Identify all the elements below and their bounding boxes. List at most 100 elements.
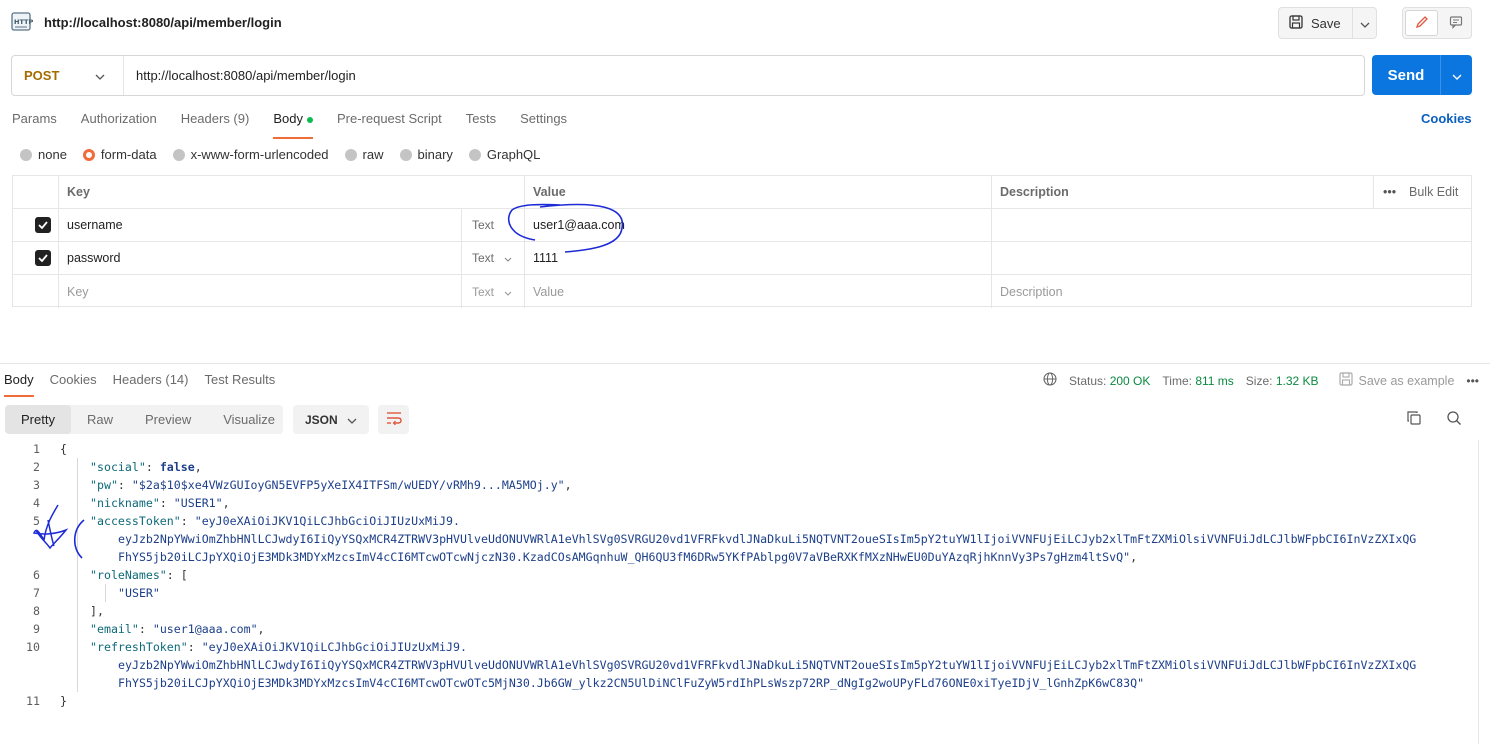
row-checkbox[interactable] bbox=[35, 209, 51, 241]
body-type-graphql[interactable]: GraphQL bbox=[468, 147, 540, 162]
time-info[interactable]: Time: 811 ms bbox=[1162, 374, 1233, 388]
new-description-input[interactable]: Description bbox=[1000, 275, 1063, 308]
body-type-options: none form-data x-www-form-urlencoded raw… bbox=[20, 147, 556, 162]
cookies-link[interactable]: Cookies bbox=[1421, 111, 1472, 126]
radio-binary[interactable] bbox=[399, 148, 412, 161]
save-button[interactable]: Save bbox=[1279, 8, 1352, 38]
status-label: Status: bbox=[1069, 373, 1107, 388]
more-options-icon[interactable]: ••• bbox=[1383, 176, 1396, 208]
code-text: { bbox=[60, 442, 67, 456]
body-type-binary[interactable]: binary bbox=[399, 147, 453, 162]
code-line: 1{ bbox=[0, 440, 1480, 458]
json-bracket: ], bbox=[90, 604, 104, 618]
type-select[interactable]: Text bbox=[472, 242, 512, 274]
tab-params[interactable]: Params bbox=[12, 111, 57, 135]
bulk-edit-button[interactable]: Bulk Edit bbox=[1409, 176, 1458, 208]
table-row: username Text user1@aaa.com bbox=[13, 209, 1471, 242]
code-scrollbar[interactable] bbox=[1478, 440, 1479, 744]
response-view-modes: Pretty Raw Preview Visualize bbox=[5, 405, 283, 434]
radio-none[interactable] bbox=[20, 148, 32, 161]
body-type-raw[interactable]: raw bbox=[344, 147, 384, 162]
save-icon bbox=[1338, 372, 1353, 389]
tab-settings[interactable]: Settings bbox=[520, 111, 567, 135]
json-key: "nickname" bbox=[90, 496, 160, 510]
code-line: 9 "email": "user1@aaa.com", bbox=[0, 620, 1480, 638]
size-info[interactable]: Size: 1.32 KB bbox=[1246, 374, 1319, 388]
save-as-example-button[interactable]: Save as example bbox=[1338, 372, 1454, 389]
code-line: 8], bbox=[0, 602, 1480, 620]
new-type-select[interactable]: Text bbox=[472, 275, 512, 308]
view-pretty[interactable]: Pretty bbox=[5, 405, 71, 434]
panel-divider[interactable] bbox=[0, 363, 1490, 364]
key-cell[interactable]: password bbox=[67, 242, 121, 274]
json-value: FhYS5jb20iLCJpYXQiOjE3MDk3MDYxMzcsImV4cC… bbox=[118, 550, 1131, 564]
new-value-input[interactable]: Value bbox=[533, 275, 564, 308]
tab-headers[interactable]: Headers (9) bbox=[181, 111, 250, 135]
send-button[interactable]: Send bbox=[1372, 55, 1440, 95]
checkmark-icon bbox=[35, 217, 51, 233]
body-indicator-dot bbox=[306, 116, 313, 123]
copy-icon[interactable] bbox=[1406, 410, 1422, 429]
size-label: Size: bbox=[1245, 373, 1273, 388]
value-cell[interactable]: 1111 bbox=[533, 242, 558, 274]
resp-tab-test-results[interactable]: Test Results bbox=[204, 372, 275, 394]
body-type-urlencoded[interactable]: x-www-form-urlencoded bbox=[172, 147, 329, 162]
code-line: 5 "accessToken": "eyJ0eXAiOiJKV1QiLCJhbGc… bbox=[0, 512, 1480, 530]
tab-tests[interactable]: Tests bbox=[466, 111, 496, 135]
line-number: 5 bbox=[33, 514, 40, 528]
table-header-row: Key Value Description ••• Bulk Edit bbox=[13, 176, 1471, 209]
col-key-header: Key bbox=[67, 185, 90, 199]
save-label: Save bbox=[1311, 15, 1341, 31]
line-number: 3 bbox=[33, 478, 40, 492]
comments-button[interactable] bbox=[1440, 8, 1471, 38]
tab-pre-request-script[interactable]: Pre-request Script bbox=[337, 111, 442, 135]
new-key-input[interactable]: Key bbox=[67, 275, 89, 308]
value-cell[interactable]: user1@aaa.com bbox=[533, 209, 625, 241]
json-value: "eyJ0eXAiOiJKV1QiLCJhbGciOiJIUzUxMiJ9. bbox=[194, 514, 460, 528]
request-title: http://localhost:8080/api/member/login bbox=[44, 15, 282, 30]
view-visualize[interactable]: Visualize bbox=[207, 405, 291, 434]
chevron-down-icon bbox=[1452, 68, 1462, 83]
key-cell[interactable]: username bbox=[67, 209, 123, 241]
globe-icon[interactable] bbox=[1043, 372, 1057, 389]
save-options-button[interactable] bbox=[1352, 8, 1376, 38]
search-icon[interactable] bbox=[1446, 410, 1462, 429]
code-line: eyJzb2NpYWwiOmZhbHNlLCJwdyI6IiQyYSQxMCR4… bbox=[0, 530, 1480, 548]
radio-urlencoded[interactable] bbox=[172, 148, 185, 161]
tab-authorization[interactable]: Authorization bbox=[81, 111, 157, 135]
send-options-button[interactable] bbox=[1440, 55, 1472, 95]
line-number: 11 bbox=[26, 694, 40, 708]
status-info[interactable]: Status: 200 OK bbox=[1069, 374, 1150, 388]
view-raw[interactable]: Raw bbox=[71, 405, 129, 434]
tab-body[interactable]: Body bbox=[273, 111, 313, 139]
edit-mode-button[interactable] bbox=[1405, 10, 1438, 36]
checkmark-icon bbox=[35, 250, 51, 266]
response-tabs: Body Cookies Headers (14) Test Results bbox=[4, 372, 291, 397]
resp-tab-headers[interactable]: Headers (14) bbox=[113, 372, 189, 394]
format-select[interactable]: JSON bbox=[293, 405, 369, 434]
response-body-code[interactable]: 1{ 2 "social": false, 3 "pw": "$2a$10$xe4V… bbox=[0, 440, 1480, 710]
radio-raw[interactable] bbox=[344, 148, 357, 161]
json-value: eyJzb2NpYWwiOmZhbHNlLCJwdyI6IiQyYSQxMCR4… bbox=[118, 658, 1417, 672]
view-preview[interactable]: Preview bbox=[129, 405, 207, 434]
method-select[interactable]: POST bbox=[12, 56, 124, 95]
time-value: 811 ms bbox=[1195, 373, 1234, 388]
more-options-icon[interactable]: ••• bbox=[1466, 374, 1479, 388]
url-input[interactable]: http://localhost:8080/api/member/login bbox=[124, 68, 356, 83]
body-type-form-data[interactable]: form-data bbox=[82, 147, 157, 162]
json-value: "user1@aaa.com" bbox=[152, 622, 258, 636]
type-select[interactable]: Text bbox=[472, 209, 494, 241]
row-checkbox[interactable] bbox=[35, 242, 51, 274]
resp-tab-cookies[interactable]: Cookies bbox=[50, 372, 97, 394]
radio-graphql[interactable] bbox=[468, 148, 481, 161]
indent-guide bbox=[77, 458, 78, 692]
line-number: 10 bbox=[26, 640, 40, 654]
body-type-none[interactable]: none bbox=[20, 147, 67, 162]
wrap-lines-button[interactable] bbox=[378, 405, 409, 434]
chevron-down-icon bbox=[95, 68, 105, 83]
chevron-down-icon bbox=[1360, 16, 1370, 31]
resp-tab-body[interactable]: Body bbox=[4, 372, 34, 397]
radio-form-data[interactable] bbox=[82, 148, 95, 161]
json-key: "refreshToken" bbox=[90, 640, 188, 654]
chevron-down-icon bbox=[504, 251, 512, 265]
